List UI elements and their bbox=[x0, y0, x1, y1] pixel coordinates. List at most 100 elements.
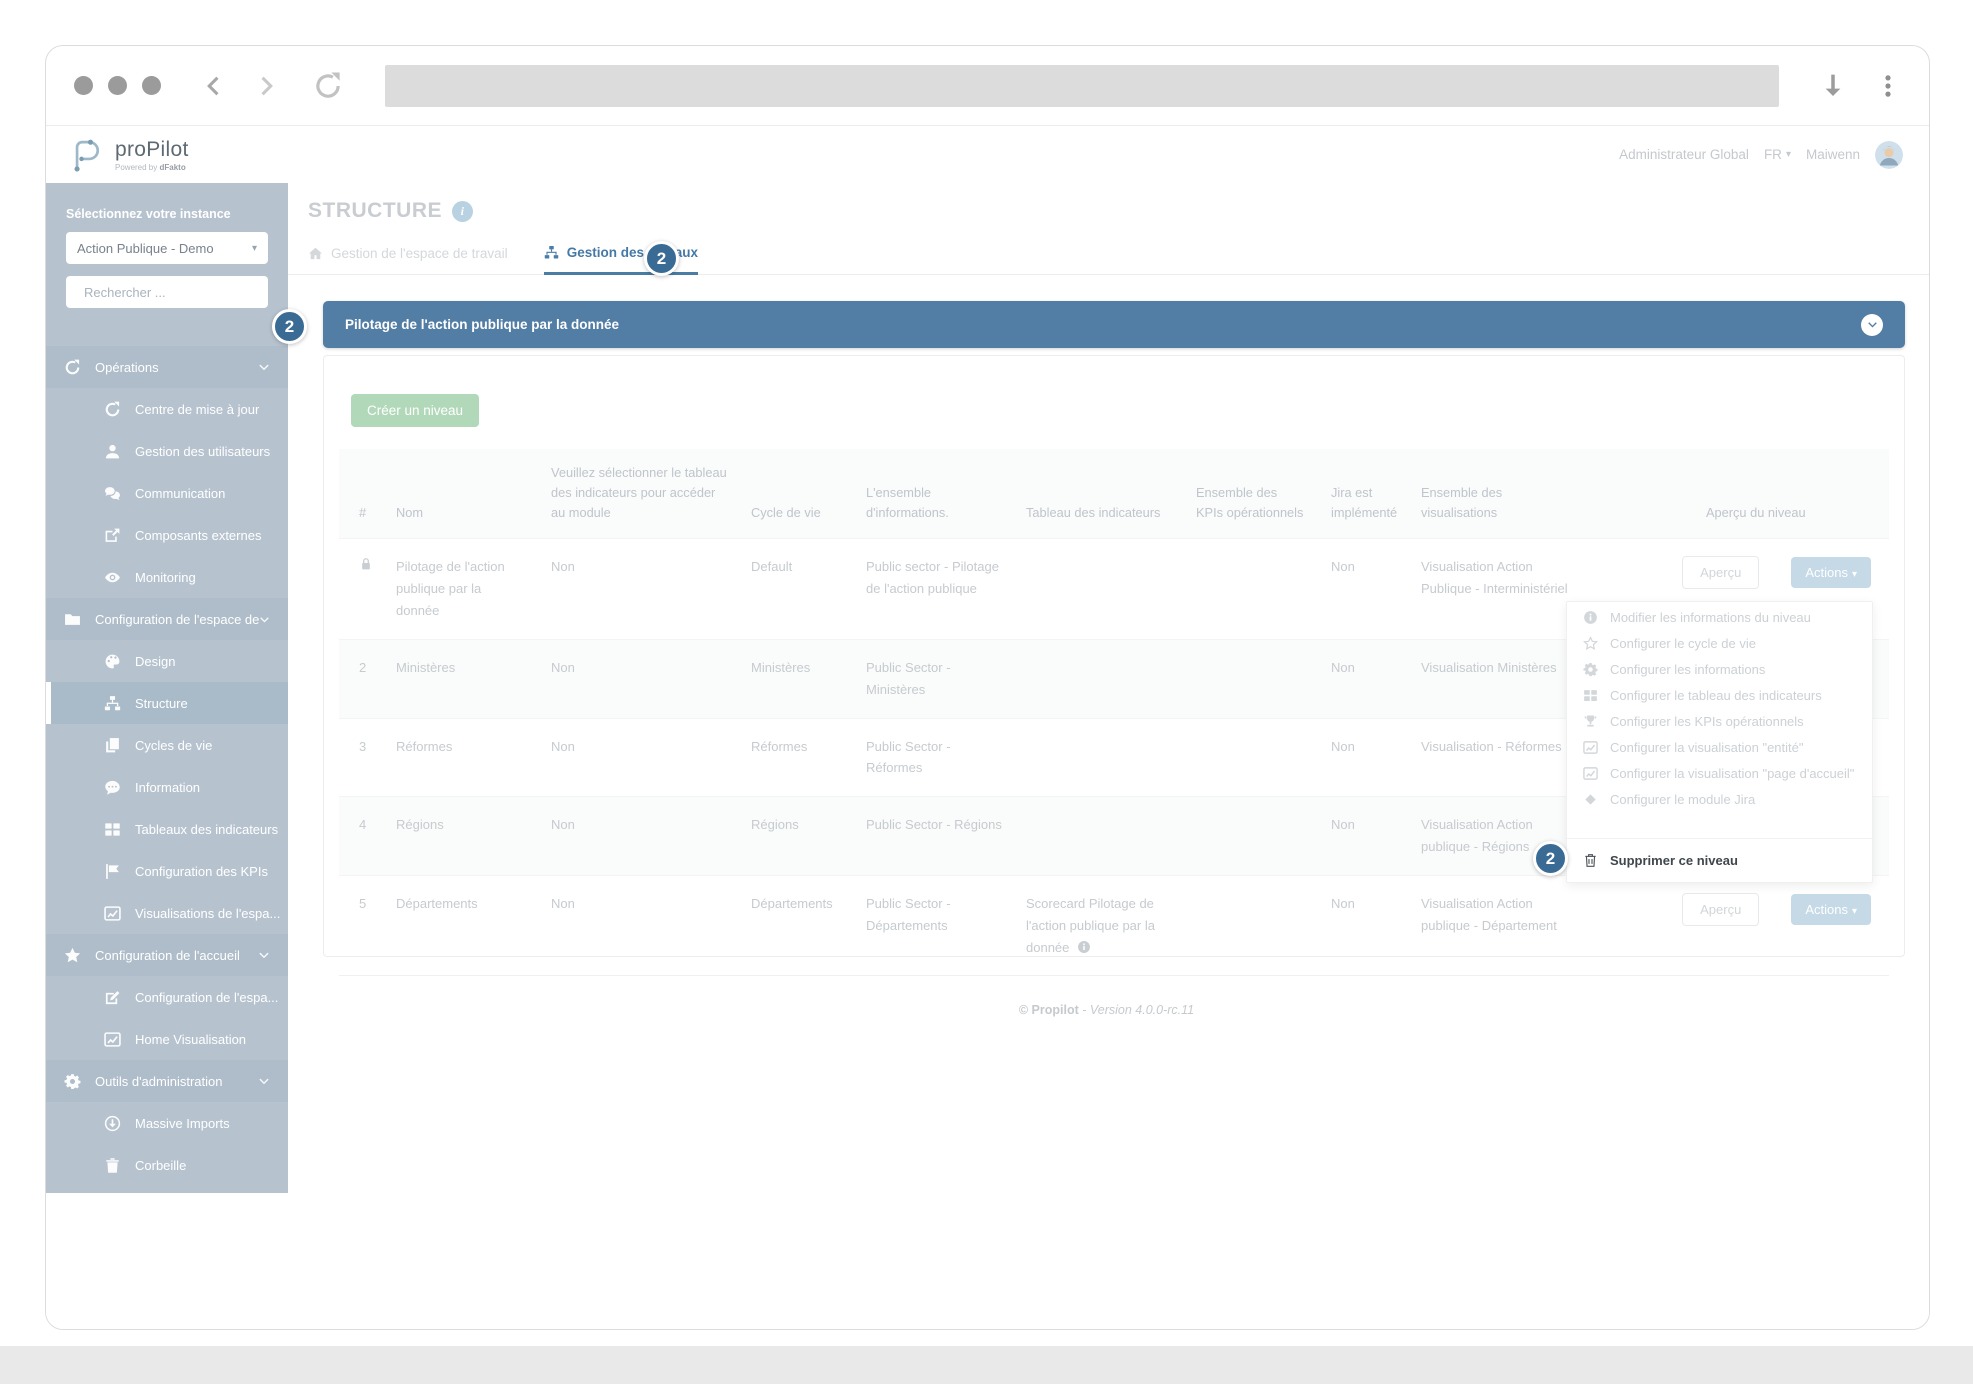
cell-nom: Réformes bbox=[384, 718, 539, 797]
menu-item-7[interactable]: Configurer le module Jira bbox=[1567, 786, 1872, 812]
menu-item-5[interactable]: Configurer la visualisation "entité" bbox=[1567, 734, 1872, 760]
sidebar-item[interactable]: Information bbox=[46, 766, 288, 808]
star-icon bbox=[64, 947, 81, 964]
menu-item-6[interactable]: Configurer la visualisation "page d'accu… bbox=[1567, 760, 1872, 786]
column-header: Jira est implémenté bbox=[1319, 449, 1409, 539]
user-name[interactable]: Maiwenn bbox=[1806, 147, 1860, 162]
sidebar-item-label: Gestion des utilisateurs bbox=[135, 444, 270, 459]
sidebar-section-3[interactable]: Outils d'administration bbox=[46, 1060, 288, 1102]
menu-item-2[interactable]: Configurer les informations bbox=[1567, 656, 1872, 682]
instance-select[interactable]: Action Publique - Demo ▾ bbox=[66, 232, 268, 264]
table-row: 5DépartementsNonDépartementsPublic Secto… bbox=[339, 875, 1889, 975]
diamond-icon bbox=[1583, 792, 1598, 807]
cell-module: Non bbox=[539, 718, 739, 797]
sidebar-item[interactable]: Gestion des utilisateurs bbox=[46, 430, 288, 472]
cell-informations: Public Sector - Ministères bbox=[854, 639, 1014, 718]
menu-item-label: Configurer le module Jira bbox=[1610, 792, 1755, 807]
actions-button[interactable]: Actions▾ bbox=[1791, 894, 1871, 925]
comment-icon bbox=[104, 779, 121, 796]
collapse-chevron-icon[interactable] bbox=[1861, 314, 1883, 336]
cell-num: 5 bbox=[339, 875, 384, 975]
menu-item-0[interactable]: Modifier les informations du niveau bbox=[1567, 604, 1872, 630]
window-dot[interactable] bbox=[108, 76, 127, 95]
tab-gestion-espace-travail[interactable]: Gestion de l'espace de travail bbox=[308, 245, 508, 274]
sidebar-search-input[interactable] bbox=[84, 285, 224, 300]
preview-button[interactable]: Aperçu bbox=[1682, 893, 1759, 926]
sidebar-item[interactable]: Tableaux des indicateurs bbox=[46, 808, 288, 850]
menu-item-8[interactable]: Supprimer ce niveau bbox=[1567, 838, 1872, 882]
panel-title: Pilotage de l'action publique par la don… bbox=[345, 317, 619, 332]
sidebar-item[interactable]: Corbeille bbox=[46, 1144, 288, 1186]
window-dot[interactable] bbox=[74, 76, 93, 95]
app-logo[interactable]: proPilot Powered by dFakto bbox=[66, 136, 189, 174]
panel-header[interactable]: Pilotage de l'action publique par la don… bbox=[323, 301, 1905, 348]
sidebar-search[interactable] bbox=[66, 276, 268, 308]
sidebar-item[interactable]: Configuration de l'espa... bbox=[46, 976, 288, 1018]
cell-tableau bbox=[1014, 797, 1184, 876]
sidebar-section-label: Configuration de l'espace de ... bbox=[95, 612, 259, 627]
sidebar-item[interactable]: Cycles de vie bbox=[46, 724, 288, 766]
menu-item-1[interactable]: Configurer le cycle de vie bbox=[1567, 630, 1872, 656]
caret-down-icon: ▾ bbox=[1852, 906, 1857, 917]
cell-informations: Public Sector - Régions bbox=[854, 797, 1014, 876]
info-icon[interactable]: i bbox=[452, 201, 473, 222]
window-dot[interactable] bbox=[142, 76, 161, 95]
sidebar-item[interactable]: Centre de mise à jour bbox=[46, 388, 288, 430]
caret-down-icon: ▾ bbox=[1852, 569, 1857, 580]
sitemap-icon bbox=[544, 245, 559, 260]
cell-num bbox=[339, 539, 384, 639]
cell-jira: Non bbox=[1319, 539, 1409, 639]
chart-icon bbox=[1583, 740, 1598, 755]
cell-cycle: Default bbox=[739, 539, 854, 639]
sidebar-section-0[interactable]: Opérations bbox=[46, 346, 288, 388]
sidebar-item[interactable]: Home Visualisation bbox=[46, 1018, 288, 1060]
menu-item-label: Configurer le cycle de vie bbox=[1610, 636, 1756, 651]
forward-icon[interactable] bbox=[255, 71, 277, 101]
sidebar: Sélectionnez votre instance Action Publi… bbox=[46, 183, 288, 1193]
sidebar-item[interactable]: Composants externes bbox=[46, 514, 288, 556]
menu-item-label: Modifier les informations du niveau bbox=[1610, 610, 1811, 625]
sidebar-item[interactable]: Massive Imports bbox=[46, 1102, 288, 1144]
menu-item-4[interactable]: Configurer les KPIs opérationnels bbox=[1567, 708, 1872, 734]
sidebar-item[interactable]: Monitoring bbox=[46, 556, 288, 598]
actions-button[interactable]: Actions▾ bbox=[1791, 557, 1871, 588]
step-badge: 2 bbox=[272, 309, 307, 344]
cell-jira: Non bbox=[1319, 718, 1409, 797]
cell-kpis bbox=[1184, 718, 1319, 797]
browser-menu-icon[interactable] bbox=[1875, 73, 1901, 99]
download-icon[interactable] bbox=[1819, 72, 1847, 100]
instance-select-value: Action Publique - Demo bbox=[77, 241, 214, 256]
refresh-icon bbox=[104, 401, 121, 418]
sidebar-item[interactable]: Configuration des KPIs bbox=[46, 850, 288, 892]
sidebar-section-label: Configuration de l'accueil bbox=[95, 948, 240, 963]
cell-kpis bbox=[1184, 875, 1319, 975]
menu-item-3[interactable]: Configurer le tableau des indicateurs bbox=[1567, 682, 1872, 708]
table-header-row: #NomVeuillez sélectionner le tableau des… bbox=[339, 449, 1889, 539]
sidebar-item[interactable]: Visualisations de l'espa... bbox=[46, 892, 288, 934]
create-level-button[interactable]: Créer un niveau bbox=[351, 394, 479, 427]
cell-visualisations: Visualisation Action Publique - Intermin… bbox=[1409, 539, 1584, 639]
sidebar-item[interactable]: Design bbox=[46, 640, 288, 682]
refresh-icon[interactable] bbox=[313, 71, 343, 101]
url-bar[interactable] bbox=[385, 65, 1779, 107]
sidebar-section-1[interactable]: Configuration de l'espace de ... bbox=[46, 598, 288, 640]
menu-item-label: Configurer les informations bbox=[1610, 662, 1765, 677]
cell-nom: Ministères bbox=[384, 639, 539, 718]
cell-module: Non bbox=[539, 539, 739, 639]
app-logo-subtext: Powered by dFakto bbox=[115, 163, 189, 172]
trophy-icon bbox=[1583, 714, 1598, 729]
cell-jira: Non bbox=[1319, 639, 1409, 718]
preview-button[interactable]: Aperçu bbox=[1682, 556, 1759, 589]
menu-item-label: Configurer la visualisation "page d'accu… bbox=[1610, 766, 1854, 781]
sitemap-icon bbox=[104, 695, 121, 712]
info-icon[interactable] bbox=[1077, 940, 1091, 954]
back-icon[interactable] bbox=[203, 71, 225, 101]
avatar[interactable] bbox=[1875, 141, 1903, 169]
page-title: STRUCTURE i bbox=[308, 199, 1905, 223]
sidebar-item-label: Centre de mise à jour bbox=[135, 402, 259, 417]
sidebar-item[interactable]: Communication bbox=[46, 472, 288, 514]
language-selector[interactable]: FR▾ bbox=[1764, 147, 1791, 162]
sidebar-item[interactable]: Structure bbox=[46, 682, 288, 724]
menu-item-label: Configurer les KPIs opérationnels bbox=[1610, 714, 1804, 729]
sidebar-section-2[interactable]: Configuration de l'accueil bbox=[46, 934, 288, 976]
